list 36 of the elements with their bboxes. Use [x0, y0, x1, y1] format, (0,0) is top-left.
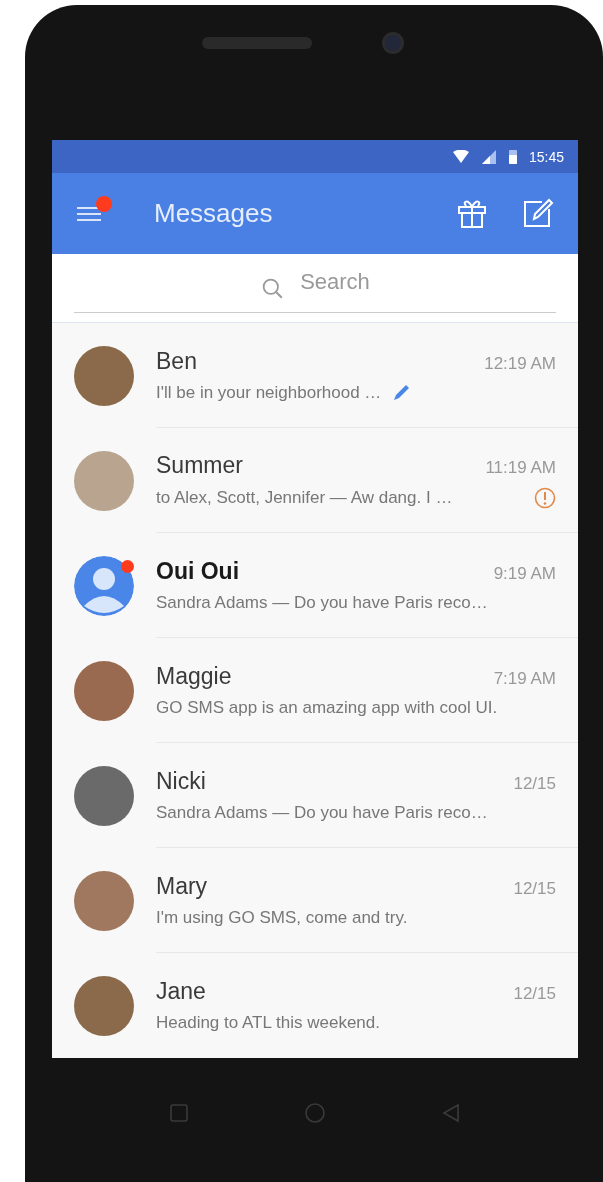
message-preview: I'm using GO SMS, come and try. — [156, 907, 408, 928]
message-preview: Sandra Adams — Do you have Paris reco… — [156, 802, 488, 823]
contact-name: Jane — [156, 978, 206, 1005]
message-preview: GO SMS app is an amazing app with cool UI. — [156, 697, 498, 718]
wifi-icon — [452, 149, 469, 164]
message-time: 12/15 — [513, 878, 556, 899]
message-time: 7:19 AM — [493, 668, 556, 689]
contact-name: Oui Oui — [156, 557, 240, 585]
contact-name: Ben — [156, 347, 197, 375]
camera-icon — [381, 31, 404, 54]
message-preview: Heading to ATL this weekend. — [156, 1013, 380, 1033]
message-preview: to Alex, Scott, Jennifer — Aw dang. I … — [156, 487, 453, 508]
message-time: 12/15 — [513, 984, 556, 1004]
status-time: 15:45 — [528, 148, 564, 165]
conversation-row[interactable]: Nicki 12/15 Sandra Adams — Do you have Paris reco… — [52, 743, 578, 848]
contact-name: Summer — [156, 451, 243, 479]
person-icon — [74, 555, 134, 616]
message-preview: I'll be in your neighborhood … — [156, 382, 382, 403]
message-time: 12/15 — [513, 773, 556, 794]
message-time: 11:19 AM — [485, 457, 556, 478]
signal-icon — [480, 149, 497, 164]
message-preview: Sandra Adams — Do you have Paris reco… — [156, 592, 488, 613]
message-time: 12:19 AM — [484, 353, 556, 374]
contact-name: Maggie — [156, 662, 232, 690]
conversation-row[interactable]: Ben 12:19 AM I'll be in your neighborhood … — [52, 323, 578, 428]
conversation-row[interactable]: Oui Oui 9:19 AM Sandra Adams — Do you have Paris reco… — [52, 533, 578, 638]
app-title: Messages — [154, 197, 274, 229]
contact-name: Nicki — [156, 767, 206, 795]
conversation-row[interactable]: Maggie 7:19 AM GO SMS app is an amazing app with cool UI. — [52, 638, 578, 743]
conversation-row[interactable]: Summer 11:19 AM to Alex, Scott, Jennifer — Aw dang. I … — [52, 428, 578, 533]
search-field[interactable]: Search — [52, 253, 578, 323]
conversation-row[interactable]: Jane 12/15 Heading to ATL this weekend. — [52, 953, 578, 1058]
message-time: 9:19 AM — [493, 563, 556, 584]
battery-icon — [508, 149, 517, 165]
contact-name: Mary — [156, 872, 208, 900]
conversation-row[interactable]: Mary 12/15 I'm using GO SMS, come and try. — [52, 848, 578, 953]
